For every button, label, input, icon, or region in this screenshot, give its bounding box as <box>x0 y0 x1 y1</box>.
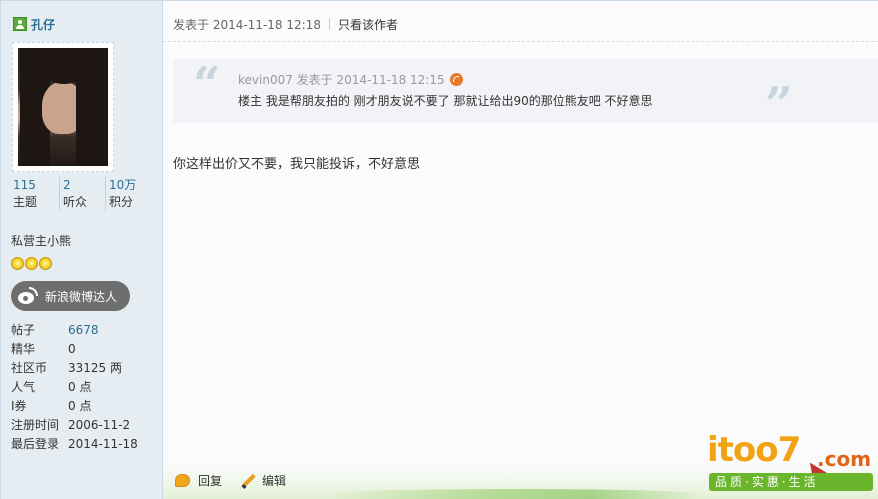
info-label: 最后登录 <box>11 437 60 451</box>
stat-points[interactable]: 10万 积分 <box>105 177 139 211</box>
level-suns <box>11 257 52 270</box>
stat-threads-label: 主题 <box>13 195 38 209</box>
author-info-list: 帖子 6678 精华 0 社区币 33125 两 人气 0 点 I券 0 点 注… <box>11 321 138 454</box>
close-quote-icon: ” <box>765 77 793 133</box>
info-value: 0 点 <box>68 380 92 394</box>
info-value: 0 点 <box>68 399 92 413</box>
sun-level-icon <box>39 257 52 270</box>
quote-author-time: kevin007 发表于 2014-11-18 12:15 <box>238 73 445 87</box>
post-timestamp: 发表于 2014-11-18 12:18 <box>173 17 321 32</box>
open-quote-icon: “ <box>193 57 221 113</box>
info-label: 精华 <box>11 342 36 356</box>
post-header: 发表于 2014-11-18 12:18 只看该作者 <box>173 15 398 33</box>
author-name-link[interactable]: 孔仔 <box>31 16 55 33</box>
info-row-digest: 精华 0 <box>11 340 138 359</box>
avatar[interactable] <box>18 48 108 166</box>
author-namebar: 孔仔 <box>13 15 55 33</box>
post-frame: 孔仔 115 主题 2 听众 10万 积分 私营主小熊 新浪微博达人 帖子 66… <box>0 0 878 499</box>
info-row-coupons: I券 0 点 <box>11 397 138 416</box>
quote-block: “ kevin007 发表于 2014-11-18 12:15 楼主 我是帮朋友… <box>173 57 878 129</box>
info-label: 注册时间 <box>11 418 60 432</box>
online-user-icon <box>13 17 27 31</box>
stat-points-label: 积分 <box>109 195 134 209</box>
info-row-coins: 社区币 33125 两 <box>11 359 138 378</box>
edit-icon <box>242 474 256 488</box>
stat-threads-value[interactable]: 115 <box>13 177 56 193</box>
stat-threads[interactable]: 115 主题 <box>11 177 59 211</box>
reply-icon <box>175 474 190 487</box>
info-label: 人气 <box>11 380 36 394</box>
quote-text: 楼主 我是帮朋友拍的 刚才朋友说不要了 那就让给出90的那位熊友吧 不好意思 <box>238 94 653 108</box>
info-value: 2014-11-18 <box>68 437 138 451</box>
info-row-posts: 帖子 6678 <box>11 321 138 340</box>
info-value: 2006-11-2 <box>68 418 131 432</box>
stat-followers-value[interactable]: 2 <box>63 177 102 193</box>
info-value: 33125 两 <box>68 361 122 375</box>
post-body: 你这样出价又不要，我只能投诉，不好意思 <box>173 157 421 172</box>
info-label: 社区币 <box>11 361 48 375</box>
stat-followers-label: 听众 <box>63 195 88 209</box>
header-divider <box>328 18 330 30</box>
post-content: 发表于 2014-11-18 12:18 只看该作者 “ kevin007 发表… <box>163 1 878 499</box>
logo-domain: .com <box>817 447 872 471</box>
header-separator <box>163 41 878 42</box>
reply-label: 回复 <box>198 474 223 488</box>
info-row-popularity: 人气 0 点 <box>11 378 138 397</box>
info-row-last-login: 最后登录 2014-11-18 <box>11 435 138 454</box>
logo-wordmark: itoo7 <box>707 430 801 470</box>
info-value: 0 <box>68 342 76 356</box>
info-label: 帖子 <box>11 323 36 337</box>
site-watermark-logo: itoo7 .com 品质·实惠·生活 <box>707 431 877 493</box>
stat-followers[interactable]: 2 听众 <box>59 177 105 211</box>
weibo-badge-label: 新浪微博达人 <box>45 289 118 304</box>
avatar-frame[interactable] <box>12 42 114 172</box>
author-stats: 115 主题 2 听众 10万 积分 <box>11 177 153 211</box>
quote-meta: kevin007 发表于 2014-11-18 12:15 <box>238 71 463 88</box>
reply-button[interactable]: 回复 <box>175 472 222 489</box>
info-value-posts[interactable]: 6678 <box>68 321 99 340</box>
back-to-quote-icon[interactable] <box>449 73 463 86</box>
only-author-link[interactable]: 只看该作者 <box>338 16 398 33</box>
edit-label: 编辑 <box>262 474 287 488</box>
author-sidebar: 孔仔 115 主题 2 听众 10万 积分 私营主小熊 新浪微博达人 帖子 66… <box>1 1 163 499</box>
weibo-badge[interactable]: 新浪微博达人 <box>11 281 130 311</box>
sun-level-icon <box>11 257 24 270</box>
logo-slogan: 品质·实惠·生活 <box>709 473 873 491</box>
sun-level-icon <box>25 257 38 270</box>
info-row-registered: 注册时间 2006-11-2 <box>11 416 138 435</box>
footer-decoration <box>323 489 703 499</box>
user-group-title: 私营主小熊 <box>11 234 72 248</box>
info-label: I券 <box>11 399 27 413</box>
stat-points-value[interactable]: 10万 <box>109 177 136 193</box>
weibo-icon <box>17 287 39 305</box>
edit-button[interactable]: 编辑 <box>242 472 286 489</box>
